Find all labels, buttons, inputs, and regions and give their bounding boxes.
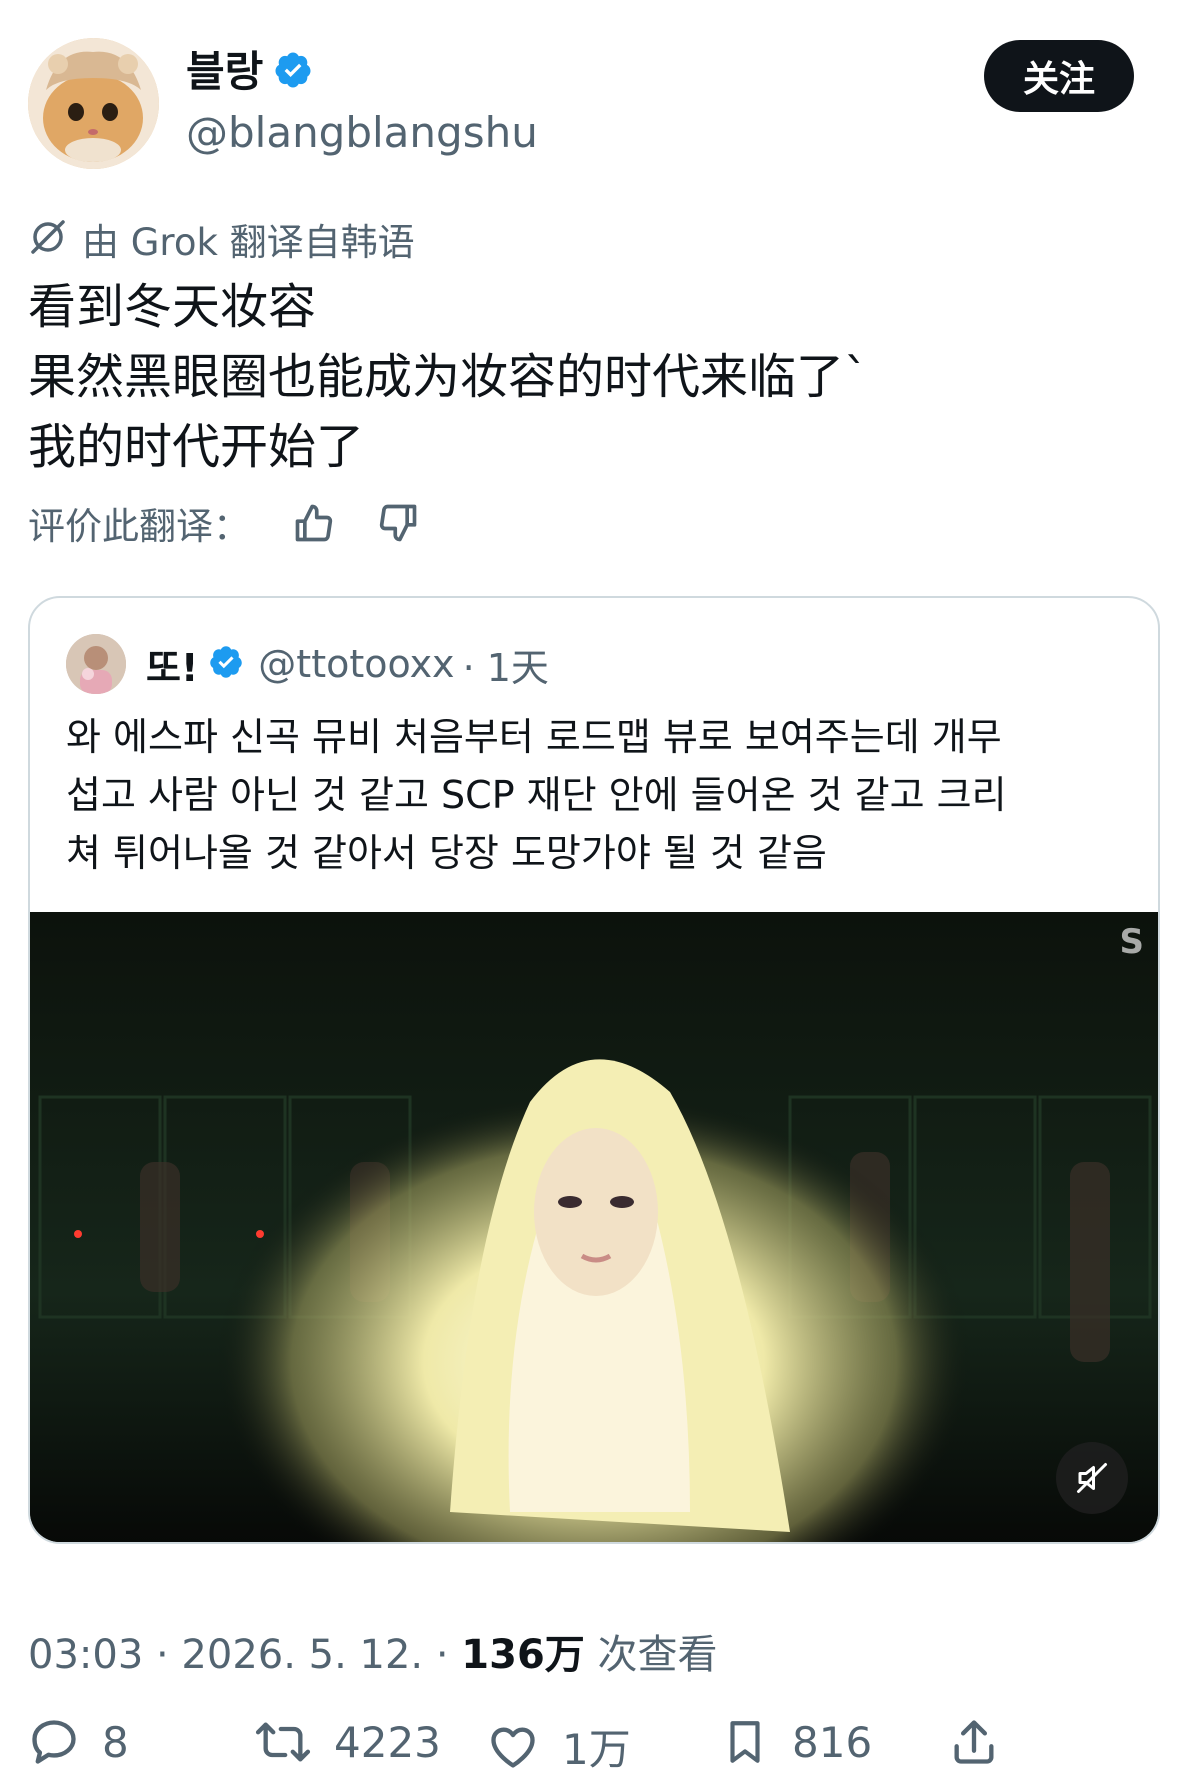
share-icon (954, 1720, 994, 1764)
reply-action[interactable]: 8 (28, 1716, 129, 1768)
watermark-logo: S (1119, 922, 1145, 962)
follow-button[interactable]: 关注 (984, 40, 1134, 112)
retweet-count: 4223 (334, 1717, 441, 1767)
share-action[interactable] (948, 1716, 1000, 1768)
like-action[interactable]: 1万 (486, 1716, 631, 1777)
grok-icon (28, 217, 68, 261)
tweet-line: 果然黑眼圈也能成为妆容的时代来临了` (28, 349, 869, 405)
quoted-author-handle[interactable]: @ttotooxx (258, 642, 454, 686)
bookmark-count: 816 (792, 1717, 873, 1767)
video-frame-image (30, 912, 1158, 1542)
quoted-tweet-video[interactable]: S (30, 912, 1158, 1542)
quoted-tweet-line: 쳐 튀어나올 것 같아서 당장 도망가야 될 것 같음 (66, 831, 827, 875)
verified-badge-icon (208, 644, 244, 684)
quoted-author-name[interactable]: 또! (146, 637, 198, 692)
translation-notice[interactable]: 由 Grok 翻译自韩语 (28, 212, 415, 266)
thumbs-up-icon[interactable] (290, 499, 338, 547)
tweet-timestamp[interactable]: 03:03 · 2026. 5. 12. · (28, 1632, 461, 1678)
tweet-line: 我的时代开始了 (28, 419, 365, 475)
retweet-action[interactable]: 4223 (254, 1716, 441, 1768)
tweet-actions-bar: 8 4223 1万 816 (28, 1716, 1168, 1786)
author-display-name[interactable]: 블랑 (186, 51, 263, 93)
quoted-author-avatar[interactable] (66, 634, 126, 694)
author-name-row[interactable]: 블랑 (186, 50, 313, 94)
retweet-icon (255, 1722, 311, 1762)
muted-speaker-icon (1077, 1463, 1107, 1493)
quoted-tweet-time: · 1天 (462, 645, 549, 690)
heart-icon (491, 1727, 535, 1768)
reply-count: 8 (102, 1717, 129, 1767)
quoted-tweet-line: 섭고 사람 아닌 것 같고 SCP 재단 안에 들어온 것 같고 크리 (66, 773, 1007, 817)
quoted-tweet-header: 또! @ttotooxx · 1天 (66, 634, 549, 694)
like-count: 1万 (562, 1725, 631, 1774)
bookmark-icon (730, 1721, 760, 1763)
reply-icon (32, 1720, 76, 1764)
thumbs-down-icon[interactable] (374, 499, 422, 547)
bookmark-action[interactable]: 816 (720, 1716, 872, 1768)
verified-badge-icon (273, 50, 313, 94)
rate-translation-label: 评价此翻译： (28, 505, 250, 548)
mute-button[interactable] (1056, 1442, 1128, 1514)
quoted-tweet-body: 와 에스파 신곡 뮤비 처음부터 로드맵 뷰로 보여주는데 개무 섭고 사람 아… (66, 708, 1136, 882)
tweet-line: 看到冬天妆容 (28, 279, 317, 335)
tweet-body: 看到冬天妆容 果然黑眼圈也能成为妆容的时代来临了` 我的时代开始了 (28, 272, 1158, 482)
rate-translation-row: 评价此翻译： (28, 496, 458, 550)
views-count: 136万 (461, 1632, 585, 1678)
tweet-header: 블랑 @blangblangshu 关注 (0, 0, 1179, 190)
tweet-timestamp-views: 03:03 · 2026. 5. 12. · 136万 次查看 (28, 1622, 718, 1680)
author-avatar[interactable] (28, 38, 159, 169)
quoted-tweet-line: 와 에스파 신곡 뮤비 처음부터 로드맵 뷰로 보여주는데 개무 (66, 715, 1002, 759)
author-handle[interactable]: @blangblangshu (186, 112, 538, 154)
translation-label: 由 Grok 翻译自韩语 (82, 221, 415, 264)
views-label: 次查看 (584, 1632, 718, 1678)
quoted-tweet-card[interactable]: 또! @ttotooxx · 1天 와 에스파 신곡 뮤비 처음부터 로드맵 뷰… (28, 596, 1160, 1544)
